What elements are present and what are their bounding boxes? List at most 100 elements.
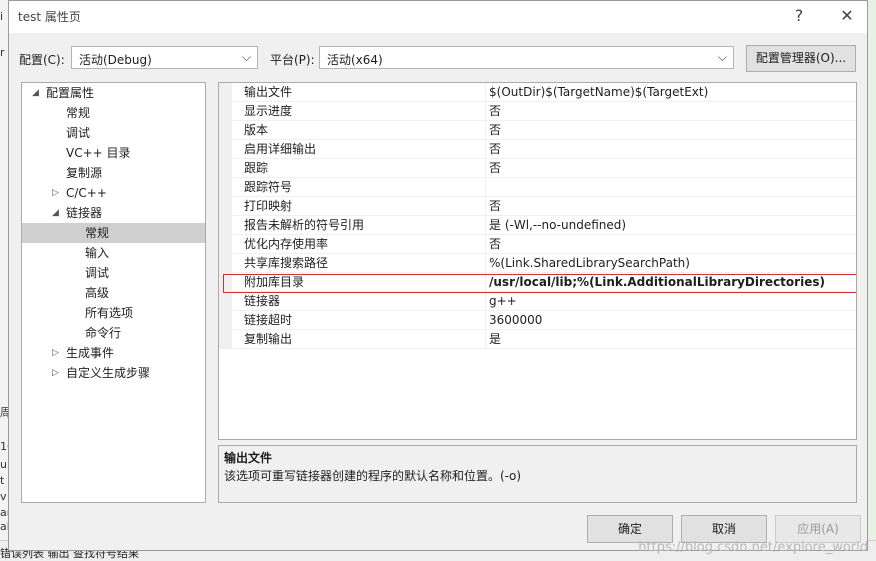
property-name: 打印映射 xyxy=(232,197,486,216)
background-text-fragment: u xyxy=(0,458,7,471)
tree-item[interactable]: 复制源 xyxy=(22,163,205,183)
expand-arrow-icon[interactable]: ▷ xyxy=(52,343,59,363)
platform-dropdown-value: 活动(x64) xyxy=(327,53,383,67)
background-text-fragment: i xyxy=(0,10,4,23)
property-tree[interactable]: ◢ 配置属性 常规 调试 VC++ 目录 复制源 ▷ C/C++ ◢ 链接器 常规 输入 调试 高级 所有选… xyxy=(21,82,206,503)
row-margin xyxy=(219,140,232,159)
tree-item-label: 调试 xyxy=(85,266,110,280)
expand-arrow-icon[interactable]: ▷ xyxy=(52,183,59,203)
tree-item[interactable]: 常规 xyxy=(22,103,205,123)
property-row[interactable]: 链接超时 3600000 xyxy=(219,311,856,330)
chevron-down-icon: ⌵ xyxy=(241,50,251,64)
tree-item[interactable]: 调试 xyxy=(22,263,205,283)
property-value[interactable]: 是 xyxy=(486,330,856,349)
property-row[interactable]: 显示进度否 xyxy=(219,102,856,121)
tree-item[interactable]: ▷ 自定义生成步骤 xyxy=(22,363,205,383)
description-title: 输出文件 xyxy=(224,451,273,465)
help-button[interactable]: ? xyxy=(788,5,810,27)
row-margin xyxy=(219,102,232,121)
property-value[interactable]: g++ xyxy=(486,292,856,311)
row-margin xyxy=(219,292,232,311)
property-row[interactable]: 跟踪否 xyxy=(219,159,856,178)
tree-item[interactable]: ◢ 链接器 xyxy=(22,203,205,223)
config-manager-button[interactable]: 配置管理器(O)... xyxy=(746,45,856,72)
property-row[interactable]: 复制输出是 xyxy=(219,330,856,349)
property-value[interactable]: 否 xyxy=(486,197,856,216)
property-grid[interactable]: 输出文件 $(OutDir)$(TargetName)$(TargetExt) 显示… xyxy=(218,82,857,440)
property-name: 优化内存使用率 xyxy=(232,235,486,254)
platform-dropdown[interactable]: 活动(x64) ⌵ xyxy=(319,46,734,69)
property-value[interactable]: 否 xyxy=(486,140,856,159)
property-name: 复制输出 xyxy=(232,330,486,349)
property-name: 附加库目录 xyxy=(232,273,486,292)
property-row[interactable]: 附加库目录/usr/local/lib;%(Link.AdditionalLib… xyxy=(219,273,856,292)
ok-button[interactable]: 确定 xyxy=(587,515,673,543)
tree-item[interactable]: ▷ C/C++ xyxy=(22,183,205,203)
row-margin xyxy=(219,330,232,349)
expand-arrow-icon[interactable]: ▷ xyxy=(52,363,59,383)
property-value[interactable]: 是 (-Wl,--no-undefined) xyxy=(486,216,856,235)
property-row[interactable]: 链接器 g++ xyxy=(219,292,856,311)
tree-item-label: 自定义生成步骤 xyxy=(66,366,151,380)
tree-item[interactable]: 调试 xyxy=(22,123,205,143)
property-row[interactable]: 跟踪符号 xyxy=(219,178,856,197)
row-margin xyxy=(219,159,232,178)
property-value[interactable]: 3600000 xyxy=(486,311,856,330)
property-value[interactable]: 否 xyxy=(486,235,856,254)
tree-item[interactable]: 输入 xyxy=(22,243,205,263)
property-value[interactable]: %(Link.SharedLibrarySearchPath) xyxy=(486,254,856,273)
close-button[interactable]: ✕ xyxy=(836,5,858,27)
property-value[interactable]: $(OutDir)$(TargetName)$(TargetExt) xyxy=(486,83,856,102)
tree-item[interactable]: 所有选项 xyxy=(22,303,205,323)
property-name: 共享库搜索路径 xyxy=(232,254,486,273)
property-row[interactable]: 输出文件 $(OutDir)$(TargetName)$(TargetExt) xyxy=(219,83,856,102)
tree-item-label: 复制源 xyxy=(66,166,103,180)
row-margin xyxy=(219,216,232,235)
tree-item[interactable]: 高级 xyxy=(22,283,205,303)
tree-item-label: 命令行 xyxy=(85,326,122,340)
collapse-arrow-icon[interactable]: ◢ xyxy=(52,203,59,223)
cancel-button[interactable]: 取消 xyxy=(681,515,767,543)
chevron-down-icon: ⌵ xyxy=(717,50,727,64)
property-name: 显示进度 xyxy=(232,102,486,121)
tree-item[interactable]: 命令行 xyxy=(22,323,205,343)
property-row[interactable]: 版本否 xyxy=(219,121,856,140)
tree-item-label: 生成事件 xyxy=(66,346,115,360)
property-row[interactable]: 打印映射否 xyxy=(219,197,856,216)
property-name: 跟踪 xyxy=(232,159,486,178)
property-value[interactable] xyxy=(486,178,856,197)
row-margin xyxy=(219,178,232,197)
row-margin xyxy=(219,121,232,140)
property-row[interactable]: 启用详细输出否 xyxy=(219,140,856,159)
property-value[interactable]: /usr/local/lib;%(Link.AdditionalLibraryD… xyxy=(486,273,856,292)
tree-item[interactable]: ◢ 配置属性 xyxy=(22,83,205,103)
row-margin xyxy=(219,235,232,254)
config-dropdown[interactable]: 活动(Debug) ⌵ xyxy=(71,46,258,69)
property-row[interactable]: 共享库搜索路径 %(Link.SharedLibrarySearchPath) xyxy=(219,254,856,273)
tree-item-label: 输入 xyxy=(85,246,110,260)
watermark: https://blog.csdn.net/explore_world xyxy=(638,540,868,555)
property-row[interactable]: 报告未解析的符号引用是 (-Wl,--no-undefined) xyxy=(219,216,856,235)
property-value[interactable]: 否 xyxy=(486,159,856,178)
property-row[interactable]: 优化内存使用率否 xyxy=(219,235,856,254)
row-margin xyxy=(219,273,232,292)
property-name: 启用详细输出 xyxy=(232,140,486,159)
apply-button[interactable]: 应用(A) xyxy=(775,515,861,543)
config-dropdown-value: 活动(Debug) xyxy=(79,53,152,67)
tree-item-label: VC++ 目录 xyxy=(66,146,131,160)
tree-item-label: 链接器 xyxy=(66,206,103,220)
tree-item-label: 调试 xyxy=(66,126,91,140)
tree-item[interactable]: 常规 xyxy=(22,223,205,243)
property-name: 报告未解析的符号引用 xyxy=(232,216,486,235)
tree-item-label: 常规 xyxy=(66,106,91,120)
collapse-arrow-icon[interactable]: ◢ xyxy=(32,83,39,103)
tree-item[interactable]: VC++ 目录 xyxy=(22,143,205,163)
dialog-title: test 属性页 xyxy=(18,10,81,24)
property-value[interactable]: 否 xyxy=(486,121,856,140)
tree-item-label: 配置属性 xyxy=(46,86,95,100)
platform-label: 平台(P): xyxy=(270,53,315,67)
background-text-fragment: v xyxy=(0,490,7,503)
property-value[interactable]: 否 xyxy=(486,102,856,121)
tree-item[interactable]: ▷ 生成事件 xyxy=(22,343,205,363)
property-name: 链接超时 xyxy=(232,311,486,330)
